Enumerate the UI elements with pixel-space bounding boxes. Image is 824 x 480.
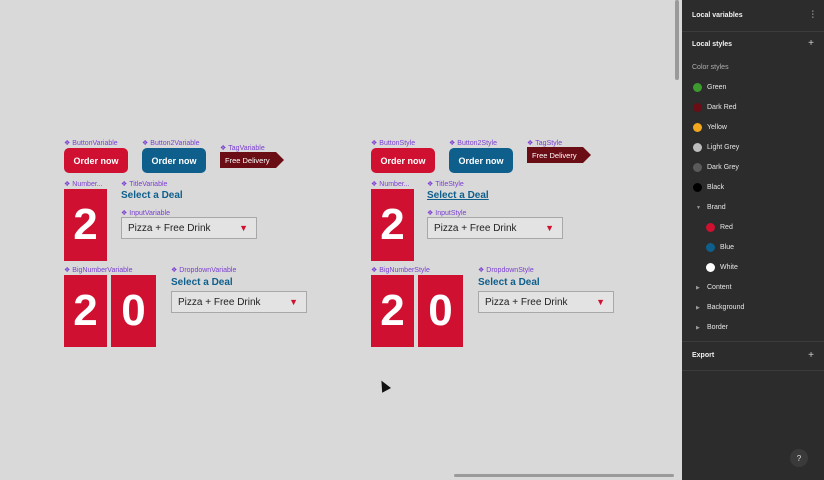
component-label-number: ❖ Number...	[371, 181, 410, 188]
tag-notch	[583, 147, 591, 163]
component-label-bignumber: ❖ BigNumberVariable	[64, 267, 133, 274]
component-label-input: ❖ InputStyle	[427, 210, 467, 217]
component-label-title: ❖ TitleStyle	[427, 181, 464, 188]
color-style-label: Green	[707, 84, 727, 91]
chevron-down-icon: ▼	[289, 297, 298, 307]
color-style-label: Yellow	[707, 124, 727, 131]
dropdown-title[interactable]: Select a Deal	[171, 277, 233, 288]
free-delivery-tag[interactable]: Free Delivery	[220, 152, 284, 168]
free-delivery-tag[interactable]: Free Delivery	[527, 147, 591, 163]
component-label-button2: ❖ Button2Style	[449, 140, 497, 147]
dropdown-title[interactable]: Select a Deal	[478, 277, 540, 288]
deal-dropdown-value: Pizza + Free Drink	[485, 296, 568, 308]
color-style-label: Dark Red	[707, 104, 737, 111]
deal-input-value: Pizza + Free Drink	[434, 222, 517, 234]
vertical-scrollbar[interactable]	[675, 0, 679, 80]
brand-group-label[interactable]: Brand	[707, 204, 726, 211]
color-style-label: Light Grey	[707, 144, 740, 151]
big-number-digit[interactable]: 0	[418, 275, 463, 347]
number-box[interactable]: 2	[371, 189, 414, 261]
color-swatch	[693, 143, 702, 152]
color-swatch	[693, 183, 702, 192]
big-number-digit[interactable]: 2	[371, 275, 414, 347]
color-swatch	[693, 163, 702, 172]
color-style-label: Red	[720, 224, 733, 231]
color-styles-heading: Color styles	[692, 64, 729, 71]
component-label-tag: ❖ TagStyle	[527, 140, 563, 147]
component-label-dropdown: ❖ DropdownStyle	[478, 267, 534, 274]
component-label-button: ❖ ButtonStyle	[371, 140, 416, 147]
group-background[interactable]: Background	[707, 304, 744, 311]
collapsed-caret-icon[interactable]: ▶	[696, 305, 700, 311]
deal-dropdown[interactable]: Pizza + Free Drink ▼	[478, 291, 614, 313]
local-styles-heading: Local styles	[692, 41, 733, 48]
component-label-bignumber: ❖ BigNumberStyle	[371, 267, 430, 274]
horizontal-scrollbar[interactable]	[454, 474, 674, 477]
component-label-tag: ❖ TagVariable	[220, 145, 265, 152]
group-border[interactable]: Border	[707, 324, 728, 331]
deal-input-value: Pizza + Free Drink	[128, 222, 211, 234]
divider	[682, 31, 824, 32]
tag-label: Free Delivery	[225, 155, 270, 165]
deal-dropdown-value: Pizza + Free Drink	[178, 296, 261, 308]
local-variables-heading[interactable]: Local variables	[692, 12, 743, 19]
order-now-button[interactable]: Order now	[64, 148, 128, 173]
tag-notch	[276, 152, 284, 168]
color-style-label: Dark Grey	[707, 164, 739, 171]
mouse-cursor-icon	[377, 378, 391, 393]
chevron-down-icon: ▼	[596, 297, 605, 307]
tag-label: Free Delivery	[532, 150, 577, 160]
color-style-label: Black	[707, 184, 725, 191]
color-swatch	[693, 83, 702, 92]
collapsed-caret-icon[interactable]: ▶	[696, 325, 700, 331]
collapsed-caret-icon[interactable]: ▶	[696, 285, 700, 291]
add-style-icon[interactable]: +	[808, 38, 814, 49]
color-swatch	[706, 223, 715, 232]
divider	[682, 370, 824, 371]
design-canvas[interactable]: ❖ ButtonVariable ❖ Button2Variable ❖ TagVar…	[0, 0, 682, 480]
number-box[interactable]: 2	[64, 189, 107, 261]
color-swatch	[706, 243, 715, 252]
order-now-button-secondary[interactable]: Order now	[142, 148, 206, 173]
color-style-label: Blue	[720, 244, 735, 251]
component-label-number: ❖ Number...	[64, 181, 103, 188]
big-number-digit[interactable]: 0	[111, 275, 156, 347]
group-content[interactable]: Content	[707, 284, 732, 291]
deal-title[interactable]: Select a Deal	[427, 190, 489, 201]
deal-input[interactable]: Pizza + Free Drink ▼	[427, 217, 563, 239]
chevron-down-icon: ▼	[239, 223, 248, 233]
component-label-input: ❖ InputVariable	[121, 210, 171, 217]
divider	[682, 341, 824, 342]
deal-title[interactable]: Select a Deal	[121, 190, 183, 201]
export-heading: Export	[692, 352, 715, 359]
order-now-button-secondary[interactable]: Order now	[449, 148, 513, 173]
color-style-label: White	[720, 264, 738, 271]
add-export-icon[interactable]: +	[808, 350, 814, 361]
deal-input[interactable]: Pizza + Free Drink ▼	[121, 217, 257, 239]
component-label-button2: ❖ Button2Variable	[142, 140, 200, 147]
expanded-caret-icon[interactable]: ▼	[696, 205, 701, 211]
color-swatch	[693, 103, 702, 112]
color-swatch	[693, 123, 702, 132]
color-swatch	[706, 263, 715, 272]
big-number-digit[interactable]: 2	[64, 275, 107, 347]
order-now-button[interactable]: Order now	[371, 148, 435, 173]
component-label-dropdown: ❖ DropdownVariable	[171, 267, 237, 274]
settings-sliders-icon[interactable]: ⫶	[812, 10, 815, 21]
component-label-title: ❖ TitleVariable	[121, 181, 168, 188]
component-label-button: ❖ ButtonVariable	[64, 140, 118, 147]
deal-dropdown[interactable]: Pizza + Free Drink ▼	[171, 291, 307, 313]
chevron-down-icon: ▼	[545, 223, 554, 233]
help-button[interactable]: ?	[790, 449, 808, 467]
styles-panel: Local variables ⫶ Local styles + Color s…	[682, 0, 824, 480]
